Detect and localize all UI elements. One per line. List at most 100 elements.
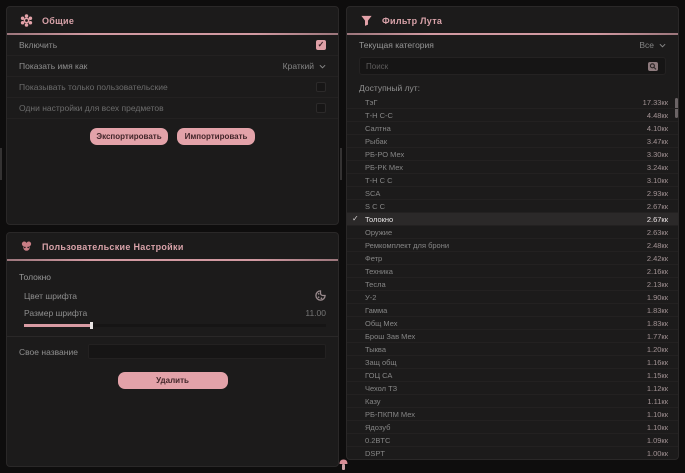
loot-item-value: 2.67кк [647, 215, 668, 224]
loot-item-name: ГОЦ СА [365, 371, 392, 380]
available-loot-label: Доступный лут: [347, 78, 678, 96]
custom-name-row: Свое название [7, 336, 338, 366]
loot-item-row[interactable]: Общ Мех 1.83кк [347, 317, 678, 330]
loot-item-name: У-2 [365, 293, 376, 302]
loot-item-row[interactable]: Т-Н С-С 4.48кк [347, 109, 678, 122]
loot-item-value: 2.48кк [647, 241, 668, 250]
loot-item-row[interactable]: Казу1.11кк [347, 395, 678, 408]
category-value: Все [639, 40, 654, 50]
export-import-row: Экспортировать Импортировать [7, 119, 338, 154]
loot-item-row[interactable]: Техника2.16кк [347, 265, 678, 278]
loot-item-name: Ремкомплект для брони [365, 241, 449, 250]
font-size-slider[interactable] [24, 324, 326, 327]
loot-item-name: Толокно [365, 215, 393, 224]
loot-item-value: 1.00кк [647, 449, 668, 458]
loot-item-row[interactable]: Ядозуб1.10кк [347, 421, 678, 434]
loot-item-name: DSPT [365, 449, 385, 458]
loot-item-value: 1.11кк [647, 397, 668, 406]
loot-item-name: Общ Мех [365, 319, 397, 328]
loot-item-value: 2.93кк [647, 189, 668, 198]
loot-item-value: 1.90кк [647, 293, 668, 302]
search-input[interactable] [366, 62, 647, 71]
user-settings-panel: Пользовательские Настройки Толокно Цвет … [6, 232, 339, 467]
right-column: Фильтр Лута Текущая категория Все Доступ… [346, 6, 679, 467]
loot-item-name: S C C [365, 202, 385, 211]
loot-item-row[interactable]: ✓Толокно2.67кк [347, 213, 678, 226]
loot-item-row[interactable]: 0.2BTC1.09кк [347, 434, 678, 447]
same-settings-checkbox[interactable]: ✓ [316, 103, 326, 113]
loot-item-row[interactable]: ГОЦ СА1.15кк [347, 369, 678, 382]
only-custom-label: Показывать только пользовательские [19, 82, 168, 92]
loot-item-row[interactable]: Тыква1.20кк [347, 343, 678, 356]
loot-item-value: 3.24кк [647, 163, 668, 172]
delete-button[interactable]: Удалить [118, 372, 228, 389]
search-box [359, 57, 666, 75]
loot-item-row[interactable]: Т-Н С С3.10кк [347, 174, 678, 187]
loot-item-name: Т-Н С-С [365, 111, 393, 120]
loot-item-row[interactable]: Гамма1.83кк [347, 304, 678, 317]
loot-item-row[interactable]: Фетр2.42кк [347, 252, 678, 265]
loot-item-value: 1.10кк [647, 423, 668, 432]
loot-item-value: 1.20кк [647, 345, 668, 354]
right-column-scrollbar[interactable] [340, 148, 342, 180]
loot-item-row[interactable]: Ремкомплект для брони 2.48кк [347, 239, 678, 252]
export-button[interactable]: Экспортировать [90, 128, 168, 145]
slider-handle[interactable] [90, 322, 93, 329]
loot-item-row[interactable]: DSPT 1.00кк [347, 447, 678, 459]
loot-item-value: 3.47кк [647, 137, 668, 146]
loot-item-row[interactable]: Оружие2.63кк [347, 226, 678, 239]
color-picker-icon[interactable] [315, 290, 326, 301]
loot-item-name: РБ-РО Мех [365, 150, 404, 159]
custom-name-label: Свое название [19, 347, 78, 357]
name-display-row: Показать имя как Краткий [7, 56, 338, 77]
only-custom-checkbox[interactable]: ✓ [316, 82, 326, 92]
loot-item-row[interactable]: Тесла2.13кк [347, 278, 678, 291]
loot-item-value: 4.48кк [647, 111, 668, 120]
loot-item-row[interactable]: РБ-ПКПМ Мех1.10кк [347, 408, 678, 421]
loot-item-row[interactable]: ТэГ17.33кк [347, 96, 678, 109]
palette-icon [20, 240, 33, 253]
loot-item-name: Оружие [365, 228, 392, 237]
loot-item-row[interactable]: S C C2.67кк [347, 200, 678, 213]
font-size-label: Размер шрифта [24, 308, 87, 318]
import-button[interactable]: Импортировать [177, 128, 255, 145]
left-column: Общие Включить ✓ Показать имя как Кратки… [6, 6, 339, 467]
loot-item-value: 4.10кк [647, 124, 668, 133]
loot-item-value: 2.13кк [647, 280, 668, 289]
enable-checkbox[interactable]: ✓ [316, 40, 326, 50]
loot-item-row[interactable]: РБ-РО Мех3.30кк [347, 148, 678, 161]
enable-label: Включить [19, 40, 57, 50]
category-label: Текущая категория [359, 40, 434, 50]
font-color-label: Цвет шрифта [24, 291, 77, 301]
loot-item-value: 1.12кк [647, 384, 668, 393]
custom-name-input[interactable] [88, 344, 326, 359]
page: Общие Включить ✓ Показать имя как Кратки… [0, 0, 685, 467]
loot-item-row[interactable]: РБ-РК Мех3.24кк [347, 161, 678, 174]
loot-filter-panel: Фильтр Лута Текущая категория Все Доступ… [346, 6, 679, 460]
left-column-scrollbar[interactable] [0, 148, 2, 180]
loot-item-name: Чехол ТЗ [365, 384, 397, 393]
gear-icon [20, 14, 33, 27]
loot-item-name: ТэГ [365, 98, 377, 107]
loot-item-row[interactable]: Чехол ТЗ 1.12кк [347, 382, 678, 395]
loot-item-value: 1.83кк [647, 306, 668, 315]
mushroom-logo-icon [339, 459, 348, 471]
loot-filter-header: Фильтр Лута [347, 7, 678, 33]
search-icon[interactable] [647, 61, 659, 72]
font-size-slider-wrap [7, 321, 338, 336]
enable-row: Включить ✓ [7, 35, 338, 56]
font-color-row[interactable]: Цвет шрифта [7, 287, 338, 304]
loot-item-row[interactable]: У-2 1.90кк [347, 291, 678, 304]
general-panel-header: Общие [7, 7, 338, 33]
loot-item-value: 1.83кк [647, 319, 668, 328]
loot-item-row[interactable]: SCA2.93кк [347, 187, 678, 200]
loot-item-row[interactable]: Защ общ1.16кк [347, 356, 678, 369]
same-settings-row: Одни настройки для всех предметов ✓ [7, 98, 338, 119]
user-settings-header: Пользовательские Настройки [7, 233, 338, 259]
category-dropdown[interactable]: Все [639, 40, 666, 50]
font-size-value: 11.00 [305, 308, 326, 318]
loot-item-row[interactable]: Салтна4.10кк [347, 122, 678, 135]
loot-item-row[interactable]: Рыбак3.47кк [347, 135, 678, 148]
name-display-dropdown[interactable]: Краткий [283, 61, 326, 71]
loot-item-row[interactable]: Брош Зав Мех1.77кк [347, 330, 678, 343]
